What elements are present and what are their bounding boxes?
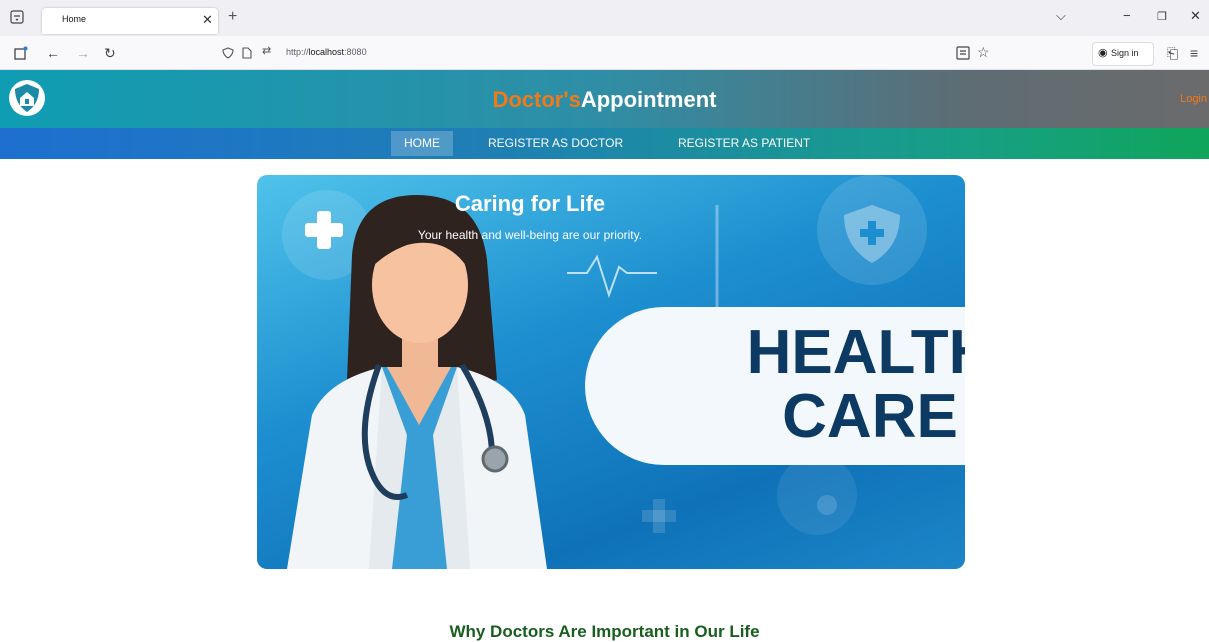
tab-title: Home	[62, 14, 87, 24]
url-host: localhost	[308, 47, 345, 57]
close-window-icon[interactable]: ✕	[1190, 8, 1201, 24]
sign-in-label: Sign in	[1111, 48, 1139, 58]
health-care-headline: HEALTH CARE	[585, 321, 965, 449]
brand-doctors: Doctor's	[492, 87, 581, 112]
headline-line1: HEALTH	[746, 318, 965, 387]
browser-tab-strip: Home ✕ + ⌵ − ❐ ✕	[0, 0, 1209, 36]
banner-subtitle: Your health and well-being are our prior…	[417, 228, 643, 242]
forward-icon[interactable]: →	[76, 45, 90, 61]
sidebar-icon[interactable]	[14, 46, 28, 60]
extensions-icon[interactable]: ⎗	[1167, 45, 1178, 62]
sign-in-button[interactable]: ◉ Sign in	[1092, 42, 1154, 66]
login-link[interactable]: Login	[1180, 93, 1207, 105]
close-tab-icon[interactable]: ✕	[202, 12, 213, 28]
site-brand[interactable]: Doctor'sAppointment	[0, 87, 1209, 113]
url-bar[interactable]: ⇄ http://localhost:8080 ☆	[214, 41, 994, 65]
health-care-pill: HEALTH CARE	[585, 307, 965, 465]
browser-tab-home[interactable]: Home ✕	[42, 8, 218, 34]
restore-icon[interactable]: ❐	[1157, 10, 1167, 23]
headline-line2: CARE	[782, 382, 958, 451]
banner-title: Caring for Life	[454, 191, 606, 216]
bookmark-star-icon[interactable]: ☆	[977, 44, 990, 61]
reload-icon[interactable]: ↻	[104, 45, 116, 62]
shield-icon[interactable]	[222, 47, 234, 59]
nav-home[interactable]: HOME	[404, 136, 440, 150]
tab-list-icon[interactable]	[10, 10, 24, 24]
page-icon[interactable]	[242, 47, 252, 59]
permissions-icon[interactable]: ⇄	[262, 44, 271, 57]
nav-register-doctor[interactable]: REGISTER AS DOCTOR	[488, 136, 623, 150]
nav-register-patient[interactable]: REGISTER AS PATIENT	[678, 136, 810, 150]
heartbeat-line	[567, 254, 657, 299]
site-nav: HOME REGISTER AS DOCTOR REGISTER AS PATI…	[0, 128, 1209, 159]
back-icon[interactable]: ←	[46, 45, 60, 61]
list-all-tabs-icon[interactable]: ⌵	[1056, 8, 1066, 24]
minimize-icon[interactable]: −	[1123, 8, 1131, 23]
url-prefix: http://	[286, 47, 309, 57]
section-heading: Why Doctors Are Important in Our Life	[449, 622, 760, 641]
menu-icon[interactable]: ≡	[1190, 45, 1198, 61]
url-port: :8080	[344, 47, 367, 57]
brand-appointment: Appointment	[580, 87, 717, 112]
url-text[interactable]: http://localhost:8080	[286, 47, 367, 57]
site-header: Doctor'sAppointment Login	[0, 70, 1209, 128]
reader-view-icon[interactable]	[956, 46, 970, 60]
browser-toolbar: ← → ↻ ⇄ http://localhost:8080 ☆ ◉ Sign i…	[0, 36, 1209, 70]
account-icon: ◉	[1098, 47, 1108, 59]
new-tab-icon[interactable]: +	[228, 8, 237, 26]
